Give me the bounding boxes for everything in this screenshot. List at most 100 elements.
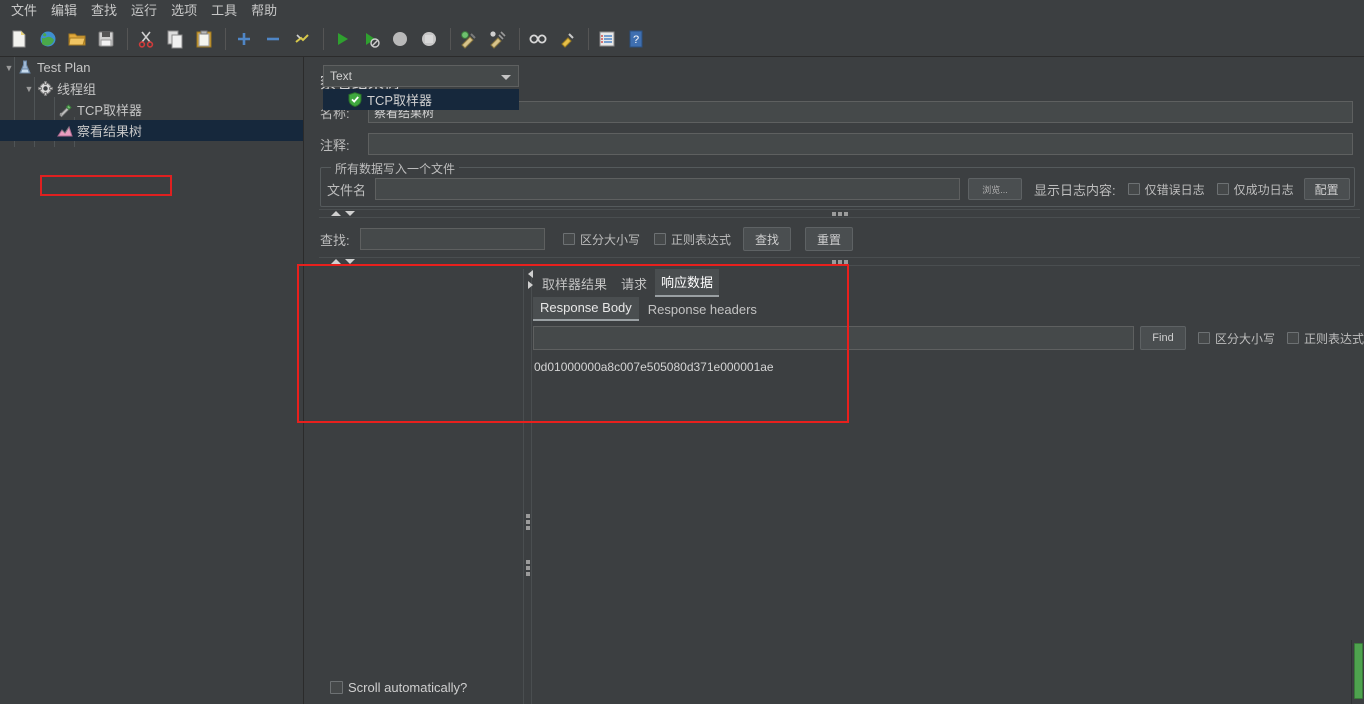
successes-only-label: 仅成功日志 (1233, 182, 1294, 197)
menu-edit[interactable]: 编辑 (44, 1, 84, 21)
svg-text:?: ? (633, 34, 639, 46)
configure-button[interactable]: 配置 (1303, 178, 1350, 200)
tree-node-label: TCP取样器 (77, 103, 143, 118)
chevron-down-icon[interactable]: ▼ (2, 63, 16, 73)
splitter-dots (831, 259, 848, 264)
detail-subtabs[interactable]: Response Body Response headers (533, 297, 764, 321)
search-case-sensitive-label: 区分大小写 (580, 232, 641, 247)
chevron-down-icon[interactable] (501, 75, 511, 80)
detail-case-sensitive-checkbox[interactable]: 区分大小写 (1198, 330, 1275, 347)
checkbox-box[interactable] (654, 233, 667, 245)
subtab-response-body[interactable]: Response Body (533, 297, 639, 321)
tab-request[interactable]: 请求 (615, 271, 653, 297)
tab-response-data[interactable]: 响应数据 (655, 269, 720, 297)
result-list-item-label: TCP取样器 (367, 93, 433, 108)
result-list-item[interactable]: TCP取样器 (323, 89, 519, 110)
chevron-right-icon[interactable] (528, 281, 533, 289)
scrollbar-thumb[interactable] (1354, 643, 1363, 699)
search-reset-button[interactable]: 重置 (805, 227, 854, 251)
tab-nav-arrows[interactable] (528, 270, 533, 289)
subtab-response-headers[interactable]: Response headers (641, 299, 764, 321)
splitter-vertical-handle[interactable] (523, 477, 532, 567)
detail-tabs[interactable]: 取样器结果 请求 响应数据 (536, 269, 720, 297)
search-case-sensitive-checkbox[interactable]: 区分大小写 (563, 231, 640, 248)
toolbar-separator (519, 28, 520, 50)
errors-only-checkbox[interactable]: 仅错误日志 (1127, 181, 1205, 198)
search-icon[interactable] (525, 26, 551, 52)
detail-find-row: Find 区分大小写 正则表达式 (533, 326, 1364, 350)
menu-bar: 文件 编辑 查找 运行 选项 工具 帮助 (0, 0, 1364, 22)
jmeter-window: 文件 编辑 查找 运行 选项 工具 帮助 ? ▼ Test Plan ▼ 线程组… (0, 0, 1364, 704)
menu-file[interactable]: 文件 (4, 1, 44, 21)
menu-run[interactable]: 运行 (124, 1, 164, 21)
menu-options[interactable]: 选项 (164, 1, 204, 21)
successes-only-checkbox[interactable]: 仅成功日志 (1216, 181, 1294, 198)
tab-sampler-result[interactable]: 取样器结果 (536, 271, 613, 297)
view-results-tree-panel: 察看结果树 名称: 注释: 所有数据写入一个文件 文件名 浏览... 显示日志内… (305, 57, 1364, 704)
chevron-left-icon[interactable] (528, 270, 533, 278)
templates-icon[interactable] (35, 26, 61, 52)
search-find-button[interactable]: 查找 (743, 227, 792, 251)
scroll-automatically-label: Scroll automatically? (348, 680, 468, 695)
selection-annotation (40, 175, 172, 196)
function-helper-icon[interactable] (594, 26, 620, 52)
detail-case-sensitive-label: 区分大小写 (1215, 331, 1276, 346)
cut-icon[interactable] (133, 26, 159, 52)
vertical-scrollbar[interactable] (1351, 640, 1364, 704)
toolbar-separator (127, 28, 128, 50)
toolbar-separator (225, 28, 226, 50)
clear-all-icon[interactable] (485, 26, 511, 52)
paste-icon[interactable] (191, 26, 217, 52)
start-icon[interactable] (329, 26, 355, 52)
splitter-dots (831, 211, 848, 216)
toolbar: ? (0, 22, 1364, 57)
tree-node-label: 线程组 (57, 82, 97, 97)
checkbox-box[interactable] (1216, 183, 1229, 195)
detail-find-button[interactable]: Find (1140, 326, 1186, 350)
tree-node-tcp-sampler[interactable]: TCP取样器 (0, 99, 303, 120)
save-icon[interactable] (93, 26, 119, 52)
collapse-all-icon[interactable] (260, 26, 286, 52)
tree-node-test-plan[interactable]: ▼ Test Plan (0, 57, 303, 78)
splitter-dots (525, 514, 530, 530)
stop-icon[interactable] (387, 26, 413, 52)
scroll-automatically-checkbox[interactable]: Scroll automatically? (330, 680, 467, 695)
test-plan-icon (16, 60, 34, 76)
detail-regex-label: 正则表达式 (1304, 331, 1364, 346)
shutdown-icon[interactable] (416, 26, 442, 52)
tree-node-view-results-tree[interactable]: 察看结果树 (0, 120, 303, 141)
new-icon[interactable] (6, 26, 32, 52)
checkbox-box[interactable] (330, 681, 343, 694)
search-reset-icon[interactable] (554, 26, 580, 52)
clear-icon[interactable] (456, 26, 482, 52)
renderer-select[interactable]: Text (323, 65, 519, 87)
browse-button[interactable]: 浏览... (968, 178, 1022, 200)
detail-find-input[interactable] (533, 326, 1134, 350)
menu-tools[interactable]: 工具 (204, 1, 244, 21)
tree-node-thread-group[interactable]: ▼ 线程组 (0, 78, 303, 99)
tree-node-label: 察看结果树 (77, 124, 143, 139)
checkbox-box[interactable] (1127, 183, 1140, 195)
copy-icon[interactable] (162, 26, 188, 52)
expand-all-icon[interactable] (231, 26, 257, 52)
thread-group-icon (36, 81, 54, 97)
detail-regex-checkbox[interactable]: 正则表达式 (1287, 330, 1364, 347)
view-results-tree-icon (56, 123, 74, 139)
menu-search[interactable]: 查找 (84, 1, 124, 21)
toolbar-separator (450, 28, 451, 50)
menu-help[interactable]: 帮助 (244, 1, 284, 21)
start-no-pause-icon[interactable] (358, 26, 384, 52)
log-display-label: 显示日志内容: (1034, 182, 1116, 198)
search-regex-label: 正则表达式 (671, 232, 732, 247)
results-list-panel[interactable]: Text TCP取样器 (323, 65, 525, 490)
help-icon[interactable]: ? (623, 26, 649, 52)
checkbox-box[interactable] (1198, 332, 1210, 344)
open-icon[interactable] (64, 26, 90, 52)
checkbox-box[interactable] (563, 233, 575, 245)
toggle-icon[interactable] (289, 26, 315, 52)
test-plan-tree[interactable]: ▼ Test Plan ▼ 线程组 TCP取样器 察看结果树 (0, 57, 304, 704)
search-regex-checkbox[interactable]: 正则表达式 (654, 231, 731, 248)
chevron-down-icon[interactable]: ▼ (22, 84, 36, 94)
tcp-sampler-icon (56, 102, 74, 118)
checkbox-box[interactable] (1287, 332, 1300, 344)
